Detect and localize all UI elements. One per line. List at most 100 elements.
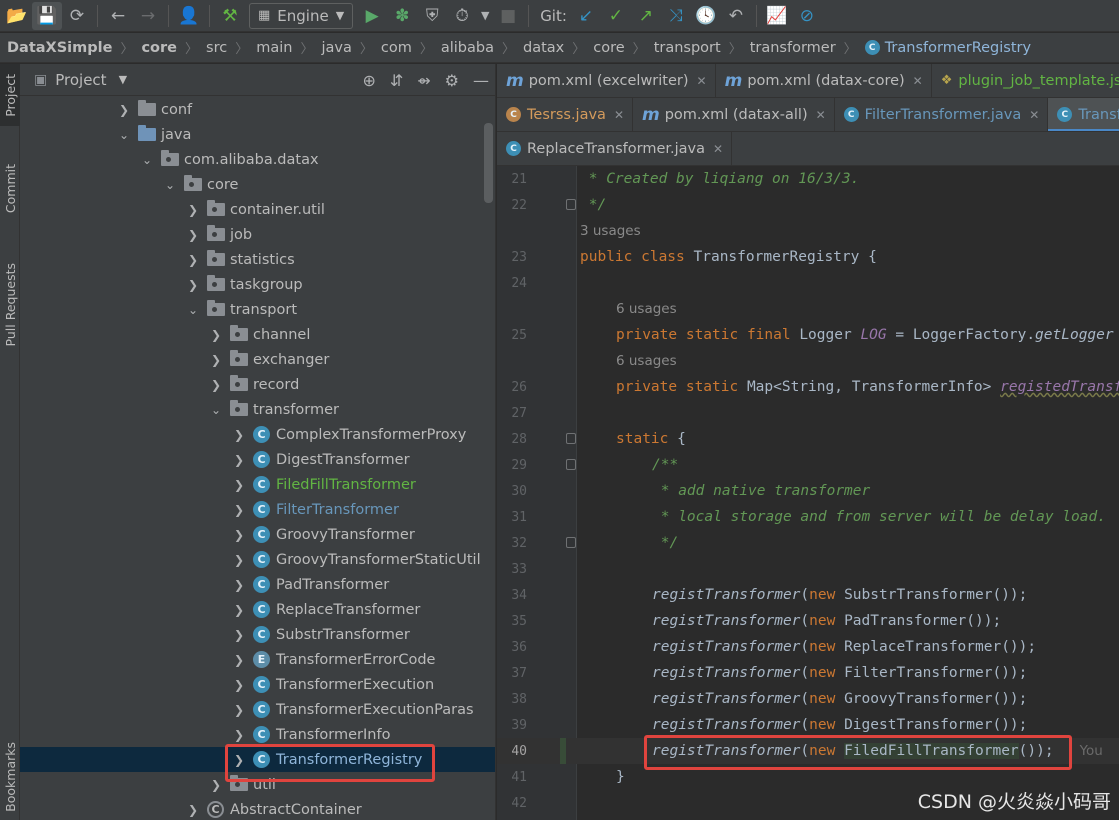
tree-item-job[interactable]: ❯ job (20, 222, 495, 247)
locate-target-icon[interactable]: ⊕ (362, 71, 375, 90)
chevron-down-icon[interactable]: ▼ (119, 73, 127, 86)
git-commit-icon[interactable]: ✓ (601, 2, 631, 30)
editor-tab[interactable]: ❖ plugin_job_template.json (932, 64, 1119, 97)
tree-item-class[interactable]: ❯ C SubstrTransformer (20, 622, 495, 647)
back-icon[interactable]: ← (103, 2, 133, 30)
editor-tab[interactable]: m pom.xml (excelwriter) ✕ (497, 64, 716, 97)
tree-item-class-selected[interactable]: ❯ C TransformerRegistry (20, 747, 495, 772)
tree-item-class[interactable]: ❯ C TransformerInfo (20, 722, 495, 747)
tree-item-exchanger[interactable]: ❯ exchanger (20, 347, 495, 372)
tree-item-util[interactable]: ❯ util (20, 772, 495, 797)
profile-icon[interactable]: ⏱ (447, 2, 477, 30)
breadcrumb-item[interactable]: com (381, 40, 412, 56)
close-icon[interactable]: ✕ (697, 74, 707, 88)
tree-item-java[interactable]: ⌄ java (20, 122, 495, 147)
close-icon[interactable]: ✕ (1029, 108, 1039, 122)
gear-icon[interactable]: ⚙ (445, 71, 459, 90)
sync-icon[interactable]: ⟳ (62, 2, 92, 30)
chevron-right-icon[interactable]: ❯ (208, 328, 224, 342)
stop-icon[interactable]: ■ (493, 2, 523, 30)
breadcrumb-item[interactable]: datax (523, 40, 564, 56)
tree-item-statistics[interactable]: ❯ statistics (20, 247, 495, 272)
run-configuration-select[interactable]: ▦ Engine ▼ (249, 2, 354, 29)
tree-item-class[interactable]: ❯ C DigestTransformer (20, 447, 495, 472)
tree-item-core[interactable]: ⌄ core (20, 172, 495, 197)
breadcrumb-item[interactable]: transformer (750, 40, 836, 56)
chevron-right-icon[interactable]: ❯ (185, 203, 201, 217)
chevron-right-icon[interactable]: ❯ (231, 703, 247, 717)
close-icon[interactable]: ✕ (913, 74, 923, 88)
pull-requests-tool-tab[interactable]: Pull Requests (0, 250, 20, 360)
bookmarks-tool-tab[interactable]: Bookmarks (0, 736, 20, 818)
chevron-right-icon[interactable]: ❯ (231, 678, 247, 692)
coverage-icon[interactable]: ⛨ (417, 2, 447, 30)
more-run-chevron-icon[interactable]: ▼ (477, 2, 493, 30)
tree-item-record[interactable]: ❯ record (20, 372, 495, 397)
tree-item-class[interactable]: ❯ C FilterTransformer (20, 497, 495, 522)
tree-item-transformer[interactable]: ⌄ transformer (20, 397, 495, 422)
debug-bug-icon[interactable]: ✽ (387, 2, 417, 30)
chevron-down-icon[interactable]: ⌄ (185, 303, 201, 317)
editor-tab[interactable]: C ReplaceTransformer.java ✕ (497, 132, 733, 165)
usages-hint[interactable]: 6 usages (616, 301, 677, 317)
tree-item-class[interactable]: ❯ C ComplexTransformerProxy (20, 422, 495, 447)
chevron-right-icon[interactable]: ❯ (231, 728, 247, 742)
editor-tab[interactable]: m pom.xml (datax-core) ✕ (716, 64, 932, 97)
chevron-right-icon[interactable]: ❯ (208, 778, 224, 792)
chevron-right-icon[interactable]: ❯ (185, 253, 201, 267)
collapse-all-icon[interactable]: ⇴ (417, 71, 430, 90)
tree-item-class[interactable]: ❯ C GroovyTransformer (20, 522, 495, 547)
tree-item-container-util[interactable]: ❯ container.util (20, 197, 495, 222)
breadcrumb-item[interactable]: alibaba (441, 40, 494, 56)
chevron-right-icon[interactable]: ❯ (231, 478, 247, 492)
close-icon[interactable]: ✕ (816, 108, 826, 122)
breadcrumb-item[interactable]: DataXSimple (7, 40, 112, 56)
tree-item-abstract-class[interactable]: ❯ C AbstractContainer (20, 797, 495, 820)
close-icon[interactable]: ✕ (614, 108, 624, 122)
tree-item-class[interactable]: ❯ C GroovyTransformerStaticUtil (20, 547, 495, 572)
git-update-icon[interactable]: ↙ (571, 2, 601, 30)
breadcrumb-item[interactable]: java (321, 40, 351, 56)
breadcrumb-item[interactable]: main (256, 40, 292, 56)
git-push-icon[interactable]: ↗ (631, 2, 661, 30)
expand-all-icon[interactable]: ⇵ (390, 71, 403, 90)
open-folder-icon[interactable]: 📂 (2, 2, 32, 30)
fold-marker-icon[interactable] (566, 459, 576, 470)
tree-item-taskgroup[interactable]: ❯ taskgroup (20, 272, 495, 297)
breadcrumb-item[interactable]: core (593, 40, 624, 56)
chevron-right-icon[interactable]: ❯ (231, 753, 247, 767)
chevron-down-icon[interactable]: ⌄ (208, 403, 224, 417)
tree-item-class[interactable]: ❯ C ReplaceTransformer (20, 597, 495, 622)
chevron-right-icon[interactable]: ❯ (231, 653, 247, 667)
chevron-right-icon[interactable]: ❯ (185, 278, 201, 292)
forward-icon[interactable]: → (133, 2, 163, 30)
no-entry-icon[interactable]: ⊘ (792, 2, 822, 30)
tree-item-transport[interactable]: ⌄ transport (20, 297, 495, 322)
chevron-right-icon[interactable]: ❯ (185, 803, 201, 817)
save-all-icon[interactable]: 💾 (32, 1, 62, 30)
chevron-right-icon[interactable]: ❯ (231, 528, 247, 542)
close-icon[interactable]: ✕ (713, 142, 723, 156)
chevron-right-icon[interactable]: ❯ (231, 628, 247, 642)
vcs-change-marker[interactable] (560, 738, 566, 764)
breadcrumb-item[interactable]: src (206, 40, 227, 56)
chevron-down-icon[interactable]: ⌄ (162, 178, 178, 192)
breadcrumb-current-class[interactable]: C TransformerRegistry (864, 40, 1031, 56)
fold-marker-icon[interactable] (566, 537, 576, 548)
breadcrumb-item[interactable]: transport (654, 40, 721, 56)
fold-marker-icon[interactable] (566, 433, 576, 444)
tree-item-class[interactable]: ❯ C PadTransformer (20, 572, 495, 597)
tree-item-conf[interactable]: ❯ conf (20, 97, 495, 122)
chevron-down-icon[interactable]: ⌄ (139, 153, 155, 167)
usages-hint[interactable]: 6 usages (616, 353, 677, 369)
chevron-right-icon[interactable]: ❯ (231, 428, 247, 442)
tree-item-channel[interactable]: ❯ channel (20, 322, 495, 347)
chevron-right-icon[interactable]: ❯ (231, 453, 247, 467)
usages-hint[interactable]: 3 usages (580, 223, 641, 239)
chevron-down-icon[interactable]: ⌄ (116, 128, 132, 142)
monitor-chart-icon[interactable]: 📈 (762, 2, 792, 30)
chevron-right-icon[interactable]: ❯ (185, 228, 201, 242)
tree-item-class[interactable]: ❯ C TransformerExecutionParas (20, 697, 495, 722)
project-panel-title[interactable]: Project (55, 71, 106, 89)
tree-item-class[interactable]: ❯ C TransformerExecution (20, 672, 495, 697)
